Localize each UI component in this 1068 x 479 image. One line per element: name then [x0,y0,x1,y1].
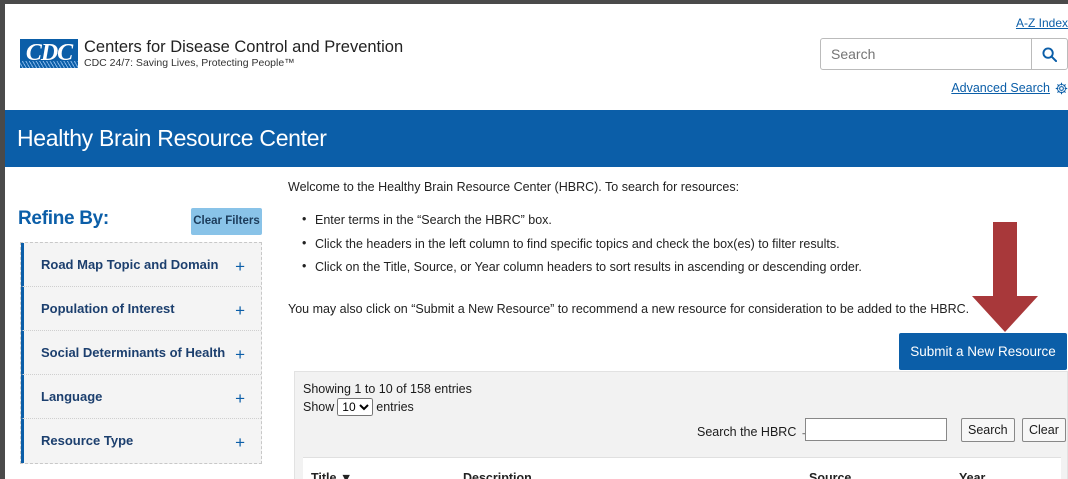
logo-text: Centers for Disease Control and Preventi… [84,38,403,69]
page-title: Healthy Brain Resource Center [17,125,327,151]
org-name: Centers for Disease Control and Preventi… [84,38,404,56]
expand-icon[interactable]: + [235,331,245,379]
col-description: Description [463,471,532,479]
facet-label: Road Map Topic and Domain [41,257,219,272]
search-icon [1042,46,1057,62]
facet-label: Social Determinants of Health [41,345,226,360]
site-search [820,38,1068,70]
facet-label: Resource Type [41,433,134,448]
facet-label: Language [41,389,103,404]
clear-filters-button[interactable]: Clear Filters [191,208,262,235]
facet-label: Population of Interest [41,301,175,316]
page-size-select[interactable]: 10 [337,398,374,416]
table-header: Title ▼ Description Source Year [303,457,1061,479]
page-frame: CDC Centers for Disease Control and Prev… [0,0,1068,479]
site-search-input[interactable] [821,39,1031,69]
advanced-search-link[interactable]: Advanced Search [951,81,1068,95]
cdc-logo-mark: CDC [20,39,78,68]
facet-list: Road Map Topic and Domain + Population o… [20,242,262,464]
col-source[interactable]: Source [809,471,851,479]
site-header: CDC Centers for Disease Control and Prev… [5,4,1068,110]
welcome-text: Welcome to the Healthy Brain Resource Ce… [288,180,740,194]
expand-icon[interactable]: + [235,287,245,335]
gear-icon [1055,82,1068,94]
results-panel: Showing 1 to 10 of 158 entries Show 10 e… [294,371,1068,479]
az-index-link[interactable]: A-Z Index [1016,16,1068,30]
expand-icon[interactable]: + [235,375,245,423]
hbrc-clear-button[interactable]: Clear [1022,418,1066,442]
facet-social-determinants[interactable]: Social Determinants of Health + [21,331,261,375]
facet-road-map-topic[interactable]: Road Map Topic and Domain + [21,243,261,287]
entries-label: entries [376,400,414,414]
show-label: Show [303,400,335,414]
col-title[interactable]: Title ▼ [311,471,352,479]
entries-info: Showing 1 to 10 of 158 entries [303,382,472,396]
expand-icon[interactable]: + [235,243,245,291]
submit-note: You may also click on “Submit a New Reso… [288,302,970,316]
refine-heading: Refine By: [18,208,109,229]
list-item: Enter terms in the “Search the HBRC” box… [302,212,862,237]
cdc-logo[interactable]: CDC Centers for Disease Control and Prev… [20,38,403,69]
facet-population[interactable]: Population of Interest + [21,287,261,331]
facet-resource-type[interactable]: Resource Type + [21,419,261,463]
tagline: CDC 24/7: Saving Lives, Protecting Peopl… [84,57,295,69]
instructions-list: Enter terms in the “Search the HBRC” box… [302,212,862,284]
list-item: Click the headers in the left column to … [302,236,862,261]
page-size-control: Show 10 entries [303,398,414,416]
hbrc-search-label: Search the HBRC → [697,425,813,439]
list-item: Click on the Title, Source, or Year colu… [302,259,862,284]
expand-icon[interactable]: + [235,419,245,467]
site-search-button[interactable] [1031,39,1067,69]
hbrc-search-button[interactable]: Search [961,418,1015,442]
advanced-search-label: Advanced Search [951,81,1050,95]
title-bar: Healthy Brain Resource Center [5,110,1068,167]
submit-new-resource-button[interactable]: Submit a New Resource [899,333,1067,370]
down-arrow-icon [972,222,1038,332]
col-year[interactable]: Year [959,471,985,479]
facet-language[interactable]: Language + [21,375,261,419]
hbrc-search-input[interactable] [805,418,947,441]
